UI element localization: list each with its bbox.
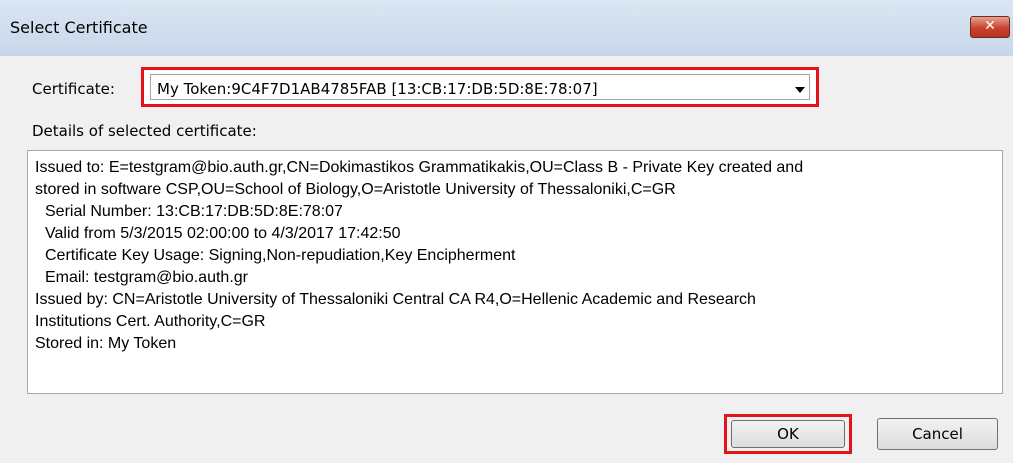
certificate-dropdown-field[interactable]: My Token:9C4F7D1AB4785FAB [13:CB:17:DB:5…	[150, 74, 810, 100]
details-line: Certificate Key Usage: Signing,Non-repud…	[45, 247, 516, 264]
certificate-dropdown[interactable]: My Token:9C4F7D1AB4785FAB [13:CB:17:DB:5…	[141, 67, 819, 107]
chevron-down-icon[interactable]	[795, 87, 805, 93]
cancel-button[interactable]: Cancel	[877, 418, 998, 450]
details-line: Issued to: E=testgram@bio.auth.gr,CN=Dok…	[35, 159, 804, 176]
details-line: stored in software CSP,OU=School of Biol…	[35, 181, 676, 198]
details-label: Details of selected certificate:	[32, 122, 257, 140]
ok-button[interactable]: OK	[731, 420, 845, 448]
details-line: Valid from 5/3/2015 02:00:00 to 4/3/2017…	[45, 225, 401, 242]
ok-button-highlight[interactable]: OK	[724, 414, 852, 454]
details-line: Issued by: CN=Aristotle University of Th…	[35, 291, 756, 308]
details-line: Institutions Cert. Authority,C=GR	[35, 313, 266, 330]
close-icon: ✕	[984, 18, 996, 34]
details-line: Stored in: My Token	[35, 335, 177, 352]
dialog-body: Certificate: My Token:9C4F7D1AB4785FAB […	[0, 56, 1013, 463]
close-button[interactable]: ✕	[970, 16, 1010, 38]
certificate-details-text: Issued to: E=testgram@bio.auth.gr,CN=Dok…	[35, 157, 997, 355]
details-line: Serial Number: 13:CB:17:DB:5D:8E:78:07	[45, 203, 343, 220]
details-line: Email: testgram@bio.auth.gr	[45, 269, 248, 286]
certificate-selected-value: My Token:9C4F7D1AB4785FAB [13:CB:17:DB:5…	[157, 80, 598, 98]
certificate-label: Certificate:	[32, 80, 115, 98]
certificate-details-textbox[interactable]: Issued to: E=testgram@bio.auth.gr,CN=Dok…	[27, 150, 1003, 394]
dialog-title: Select Certificate	[10, 18, 148, 37]
dialog-titlebar: Select Certificate ✕	[0, 0, 1013, 56]
